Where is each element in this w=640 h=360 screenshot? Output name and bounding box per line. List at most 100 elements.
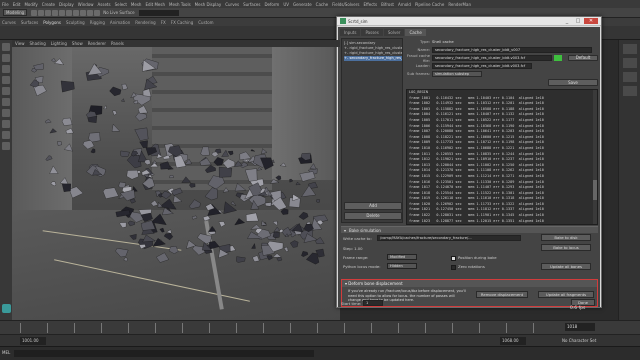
menu-item[interactable]: Curves xyxy=(225,2,239,7)
shelf-tab[interactable]: Polygons xyxy=(43,20,61,25)
menu-item[interactable]: Deform xyxy=(264,2,279,7)
delete-button[interactable]: Delete xyxy=(344,212,402,220)
menu-item[interactable]: Assets xyxy=(98,2,111,7)
range-end-field[interactable]: 1068.00 xyxy=(500,337,526,345)
cache-tree[interactable]: [-] sim.secondary +- rigid_fracture_high… xyxy=(344,41,402,61)
loader-field[interactable]: secondary_fracture_high_res_cluster_bldt… xyxy=(432,62,532,69)
menu-item[interactable]: Select xyxy=(115,2,127,7)
position-during-bake-checkbox[interactable] xyxy=(451,255,456,261)
name-field[interactable]: secondary_fracture_high_res_cluster_bldt… xyxy=(432,46,592,53)
time-slider[interactable]: 1018 xyxy=(0,320,640,334)
deform-section-header[interactable]: ▾ Deform bone displacement xyxy=(342,280,597,287)
zero-rotations-checkbox[interactable] xyxy=(451,264,456,270)
menu-item[interactable]: UV xyxy=(283,2,289,7)
menu-item[interactable]: Display xyxy=(59,2,74,7)
viewport-menu-item[interactable]: Renderer xyxy=(88,41,106,46)
menu-item[interactable]: Fields/Solvers xyxy=(332,2,359,7)
tab-solver[interactable]: Solver xyxy=(383,29,405,36)
viewport-3d[interactable]: View Shading Lighting Show Renderer Panels xyxy=(12,40,340,320)
shelf-tab[interactable]: Animation xyxy=(110,20,130,25)
close-icon[interactable]: ✕ xyxy=(584,18,598,24)
log-scrollbar[interactable] xyxy=(593,90,597,224)
channel-box-icon[interactable] xyxy=(622,44,637,54)
menu-item[interactable]: Mesh Display xyxy=(195,2,222,7)
save-scene-icon[interactable] xyxy=(45,9,52,16)
shelf-tab[interactable]: Custom xyxy=(198,20,213,25)
new-scene-icon[interactable] xyxy=(31,9,38,16)
mode-selector[interactable]: Modeling xyxy=(3,9,28,16)
position-during-bake[interactable]: Position during bake xyxy=(451,255,497,261)
rotate-tool-icon[interactable] xyxy=(2,87,10,95)
menu-item[interactable]: Generate xyxy=(293,2,312,7)
menu-item[interactable]: Create xyxy=(42,2,55,7)
menu-item[interactable]: Mesh xyxy=(131,2,142,7)
move-tool-icon[interactable] xyxy=(2,76,10,84)
viewport-menu-item[interactable]: Shading xyxy=(30,41,46,46)
tab-passes[interactable]: Passes xyxy=(361,29,383,36)
viewport-menu-item[interactable]: View xyxy=(15,41,25,46)
redo-icon[interactable] xyxy=(59,9,66,16)
attribute-editor-icon[interactable] xyxy=(622,58,637,68)
four-view-icon[interactable] xyxy=(2,131,10,139)
menu-item[interactable]: Mesh Tools xyxy=(169,2,191,7)
bake-to-locus-button[interactable]: Bake to locus xyxy=(541,244,591,251)
save-button[interactable]: Save xyxy=(548,79,598,86)
snap-grid-icon[interactable] xyxy=(80,9,87,16)
shelf-tab[interactable]: Curves xyxy=(2,20,16,25)
current-frame-field[interactable]: 1018 xyxy=(565,323,595,331)
viewport-menu-item[interactable]: Show xyxy=(72,41,83,46)
outliner-layout-icon[interactable] xyxy=(2,142,10,150)
menu-item[interactable]: Edit xyxy=(13,2,21,7)
menu-item[interactable]: Modify xyxy=(24,2,37,7)
scroll-thumb[interactable] xyxy=(593,180,597,200)
update-all-bones-button[interactable]: Update all bones xyxy=(541,263,591,270)
add-button[interactable]: Add xyxy=(344,202,402,210)
tool-settings-icon[interactable] xyxy=(622,72,637,82)
menu-item[interactable]: Window xyxy=(78,2,94,7)
shelf-tab[interactable]: Surfaces xyxy=(21,20,38,25)
maximize-icon[interactable]: □ xyxy=(573,18,583,24)
default-button[interactable]: Default xyxy=(568,54,598,61)
python-locus-dropdown[interactable]: Hidden xyxy=(387,263,417,269)
tab-cache[interactable]: Cache xyxy=(405,29,426,36)
update-all-fragments-button[interactable]: Update all fragments xyxy=(538,291,594,298)
bake-simulation-header[interactable]: ▾ Bake simulation xyxy=(341,226,598,233)
range-start-field[interactable]: 1001.00 xyxy=(20,337,46,345)
done-button[interactable]: Done xyxy=(571,299,595,306)
menu-item[interactable]: File xyxy=(2,2,9,7)
snap-curve-icon[interactable] xyxy=(87,9,94,16)
menu-item[interactable]: RenderMan xyxy=(448,2,471,7)
window-titlebar[interactable]: Scrtd_sim _ □ ✕ xyxy=(337,17,601,26)
write-cache-field[interactable]: /comp/MAYA/caches/fracture/secondary_fra… xyxy=(377,235,521,241)
shelf-tab[interactable]: FX Caching xyxy=(171,20,193,25)
select-tool-icon[interactable] xyxy=(2,43,10,51)
script-language-label[interactable]: MEL xyxy=(2,350,10,355)
log-output[interactable]: LOG_BEGIN frame 1001 0.116432 sec mem 1.1… xyxy=(406,89,598,225)
tab-inputs[interactable]: Inputs xyxy=(340,29,361,36)
viewport-menu-item[interactable]: Panels xyxy=(111,41,124,46)
open-scene-icon[interactable] xyxy=(38,9,45,16)
bake-to-disk-button[interactable]: Bake to disk xyxy=(541,234,591,241)
quick-search-field[interactable] xyxy=(138,9,179,16)
menu-item[interactable]: Cache xyxy=(316,2,328,7)
snap-point-icon[interactable] xyxy=(94,9,101,16)
character-set-dropdown[interactable]: No Character Set xyxy=(560,337,620,345)
viewport-menu-item[interactable]: Lighting xyxy=(51,41,67,46)
scale-tool-icon[interactable] xyxy=(2,98,10,106)
menu-item[interactable]: Edit Mesh xyxy=(145,2,165,7)
range-slider[interactable]: 1001.00 1068.00 No Character Set xyxy=(0,334,640,346)
menu-item[interactable]: Arnold xyxy=(398,2,411,7)
remove-displacement-button[interactable]: Remove displacement xyxy=(476,291,528,298)
shelf-tab[interactable]: Sculpting xyxy=(66,20,85,25)
shelf-tab[interactable]: Rendering xyxy=(135,20,155,25)
zero-rotations[interactable]: Zero rotations xyxy=(451,264,485,270)
select-by-hierarchy-icon[interactable] xyxy=(66,9,73,16)
menu-item[interactable]: Surfaces xyxy=(243,2,260,7)
menu-item[interactable]: Pipeline Cache xyxy=(415,2,444,7)
minimize-icon[interactable]: _ xyxy=(562,18,572,24)
frame-range-dropdown[interactable]: Modified xyxy=(387,254,417,260)
subframes-dropdown[interactable]: simulation substep xyxy=(432,70,482,77)
single-view-icon[interactable] xyxy=(2,120,10,128)
shelf-tab[interactable]: FX xyxy=(161,20,166,25)
last-tool-icon[interactable] xyxy=(2,109,10,117)
